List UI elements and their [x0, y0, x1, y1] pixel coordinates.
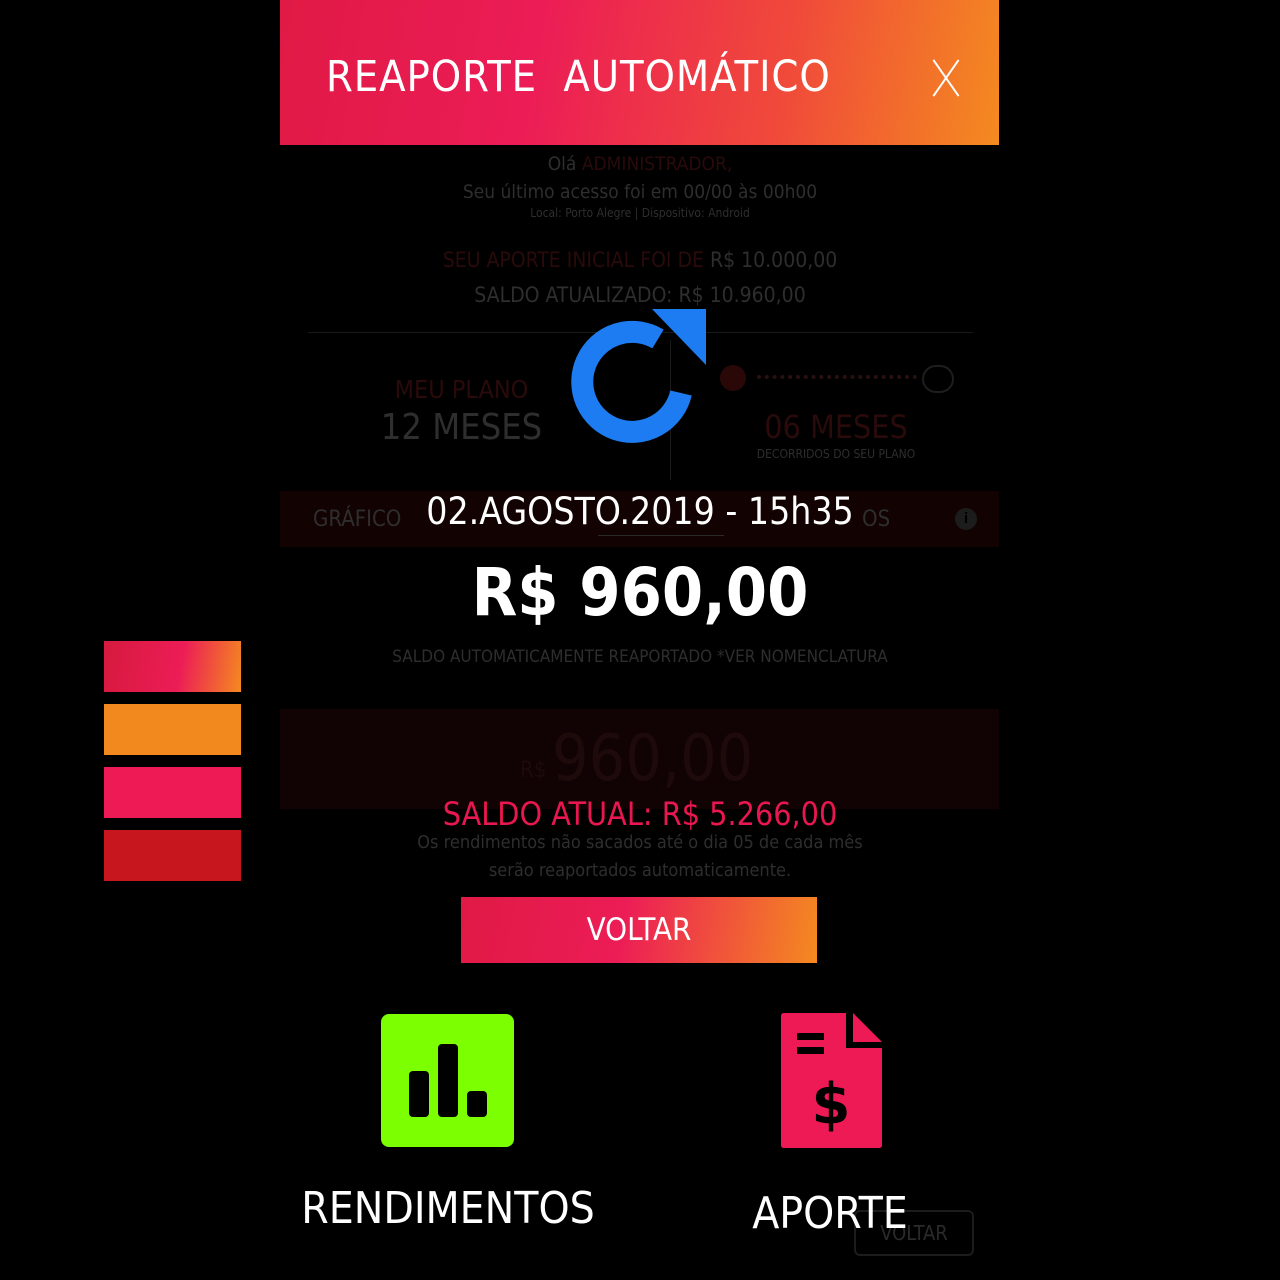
big-value: 960,00 — [552, 722, 754, 796]
big-currency: R$ — [520, 758, 547, 783]
swatch-pink — [104, 767, 241, 818]
reapport-date: 02.AGOSTO.2019 - 15h35 — [426, 490, 854, 533]
initial-contribution: SEU APORTE INICIAL FOI DE R$ 10.000,00 — [0, 248, 1280, 272]
tab-underline — [598, 535, 724, 536]
svg-text:$: $ — [812, 1072, 851, 1137]
swatch-gradient — [104, 641, 241, 692]
reapport-amount: R$ 960,00 — [471, 554, 809, 631]
progress-start-dot — [720, 365, 746, 391]
greeting-prefix: Olá — [547, 153, 582, 175]
initial-contribution-label: SEU APORTE INICIAL FOI DE — [442, 248, 710, 272]
refresh-icon — [571, 309, 706, 443]
elapsed-label: DECORRIDOS DO SEU PLANO — [756, 447, 916, 461]
rendimentos-tile[interactable] — [381, 1014, 514, 1147]
greeting-user: ADMINISTRADOR, — [581, 153, 733, 175]
last-access: Seu último acesso foi em 00/00 às 00h00 — [462, 181, 818, 203]
initial-contribution-value: R$ 10.000,00 — [710, 248, 838, 272]
modal-title: REAPORTE AUTOMÁTICO — [326, 52, 831, 102]
updated-balance: SALDO ATUALIZADO: R$ 10.960,00 — [474, 283, 806, 307]
bar-chart-icon — [409, 1044, 487, 1117]
swatch-red — [104, 830, 241, 881]
aporte-label[interactable]: APORTE — [700, 1188, 960, 1239]
invoice-dollar-icon[interactable]: $ — [781, 1013, 882, 1148]
modal-header: REAPORTE AUTOMÁTICO — [280, 0, 999, 145]
swatch-orange — [104, 704, 241, 755]
elapsed-value: 06 MESES — [764, 408, 908, 446]
location: Local: Porto Alegre | Dispositivo: Andro… — [530, 206, 750, 220]
greeting: Olá ADMINISTRADOR, — [0, 153, 1280, 175]
close-icon[interactable] — [930, 58, 962, 98]
back-button[interactable]: VOLTAR — [461, 897, 817, 963]
background-content: Olá ADMINISTRADOR, Seu último acesso foi… — [0, 0, 1280, 1280]
progress-end-icon — [922, 365, 954, 393]
progress-track — [757, 375, 917, 379]
rendimentos-label[interactable]: RENDIMENTOS — [260, 1183, 636, 1234]
